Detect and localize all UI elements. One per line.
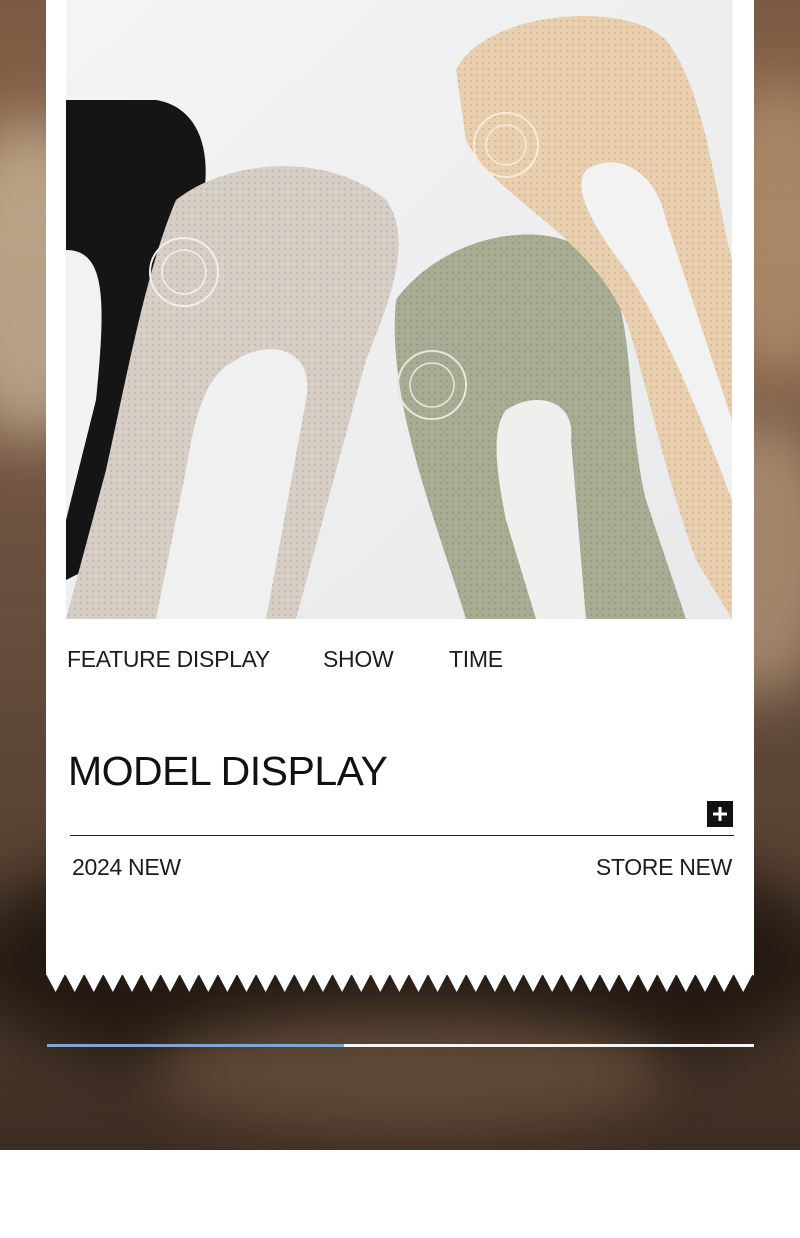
nav-time[interactable]: TIME xyxy=(449,646,503,673)
section-title: MODEL DISPLAY xyxy=(68,748,388,794)
store-new-label: STORE NEW xyxy=(595,854,732,880)
progress-fill xyxy=(47,1044,344,1047)
nav-show[interactable]: SHOW xyxy=(323,646,394,673)
product-photo xyxy=(66,0,732,619)
year-new-label: 2024 NEW xyxy=(72,854,181,880)
progress-track xyxy=(47,1044,754,1047)
expand-button[interactable] xyxy=(707,801,733,827)
zigzag-edge xyxy=(46,974,754,992)
plus-icon xyxy=(713,807,727,821)
divider-line xyxy=(70,835,734,836)
socks-illustration xyxy=(66,0,732,619)
nav-feature-display[interactable]: FEATURE DISPLAY xyxy=(67,646,270,673)
